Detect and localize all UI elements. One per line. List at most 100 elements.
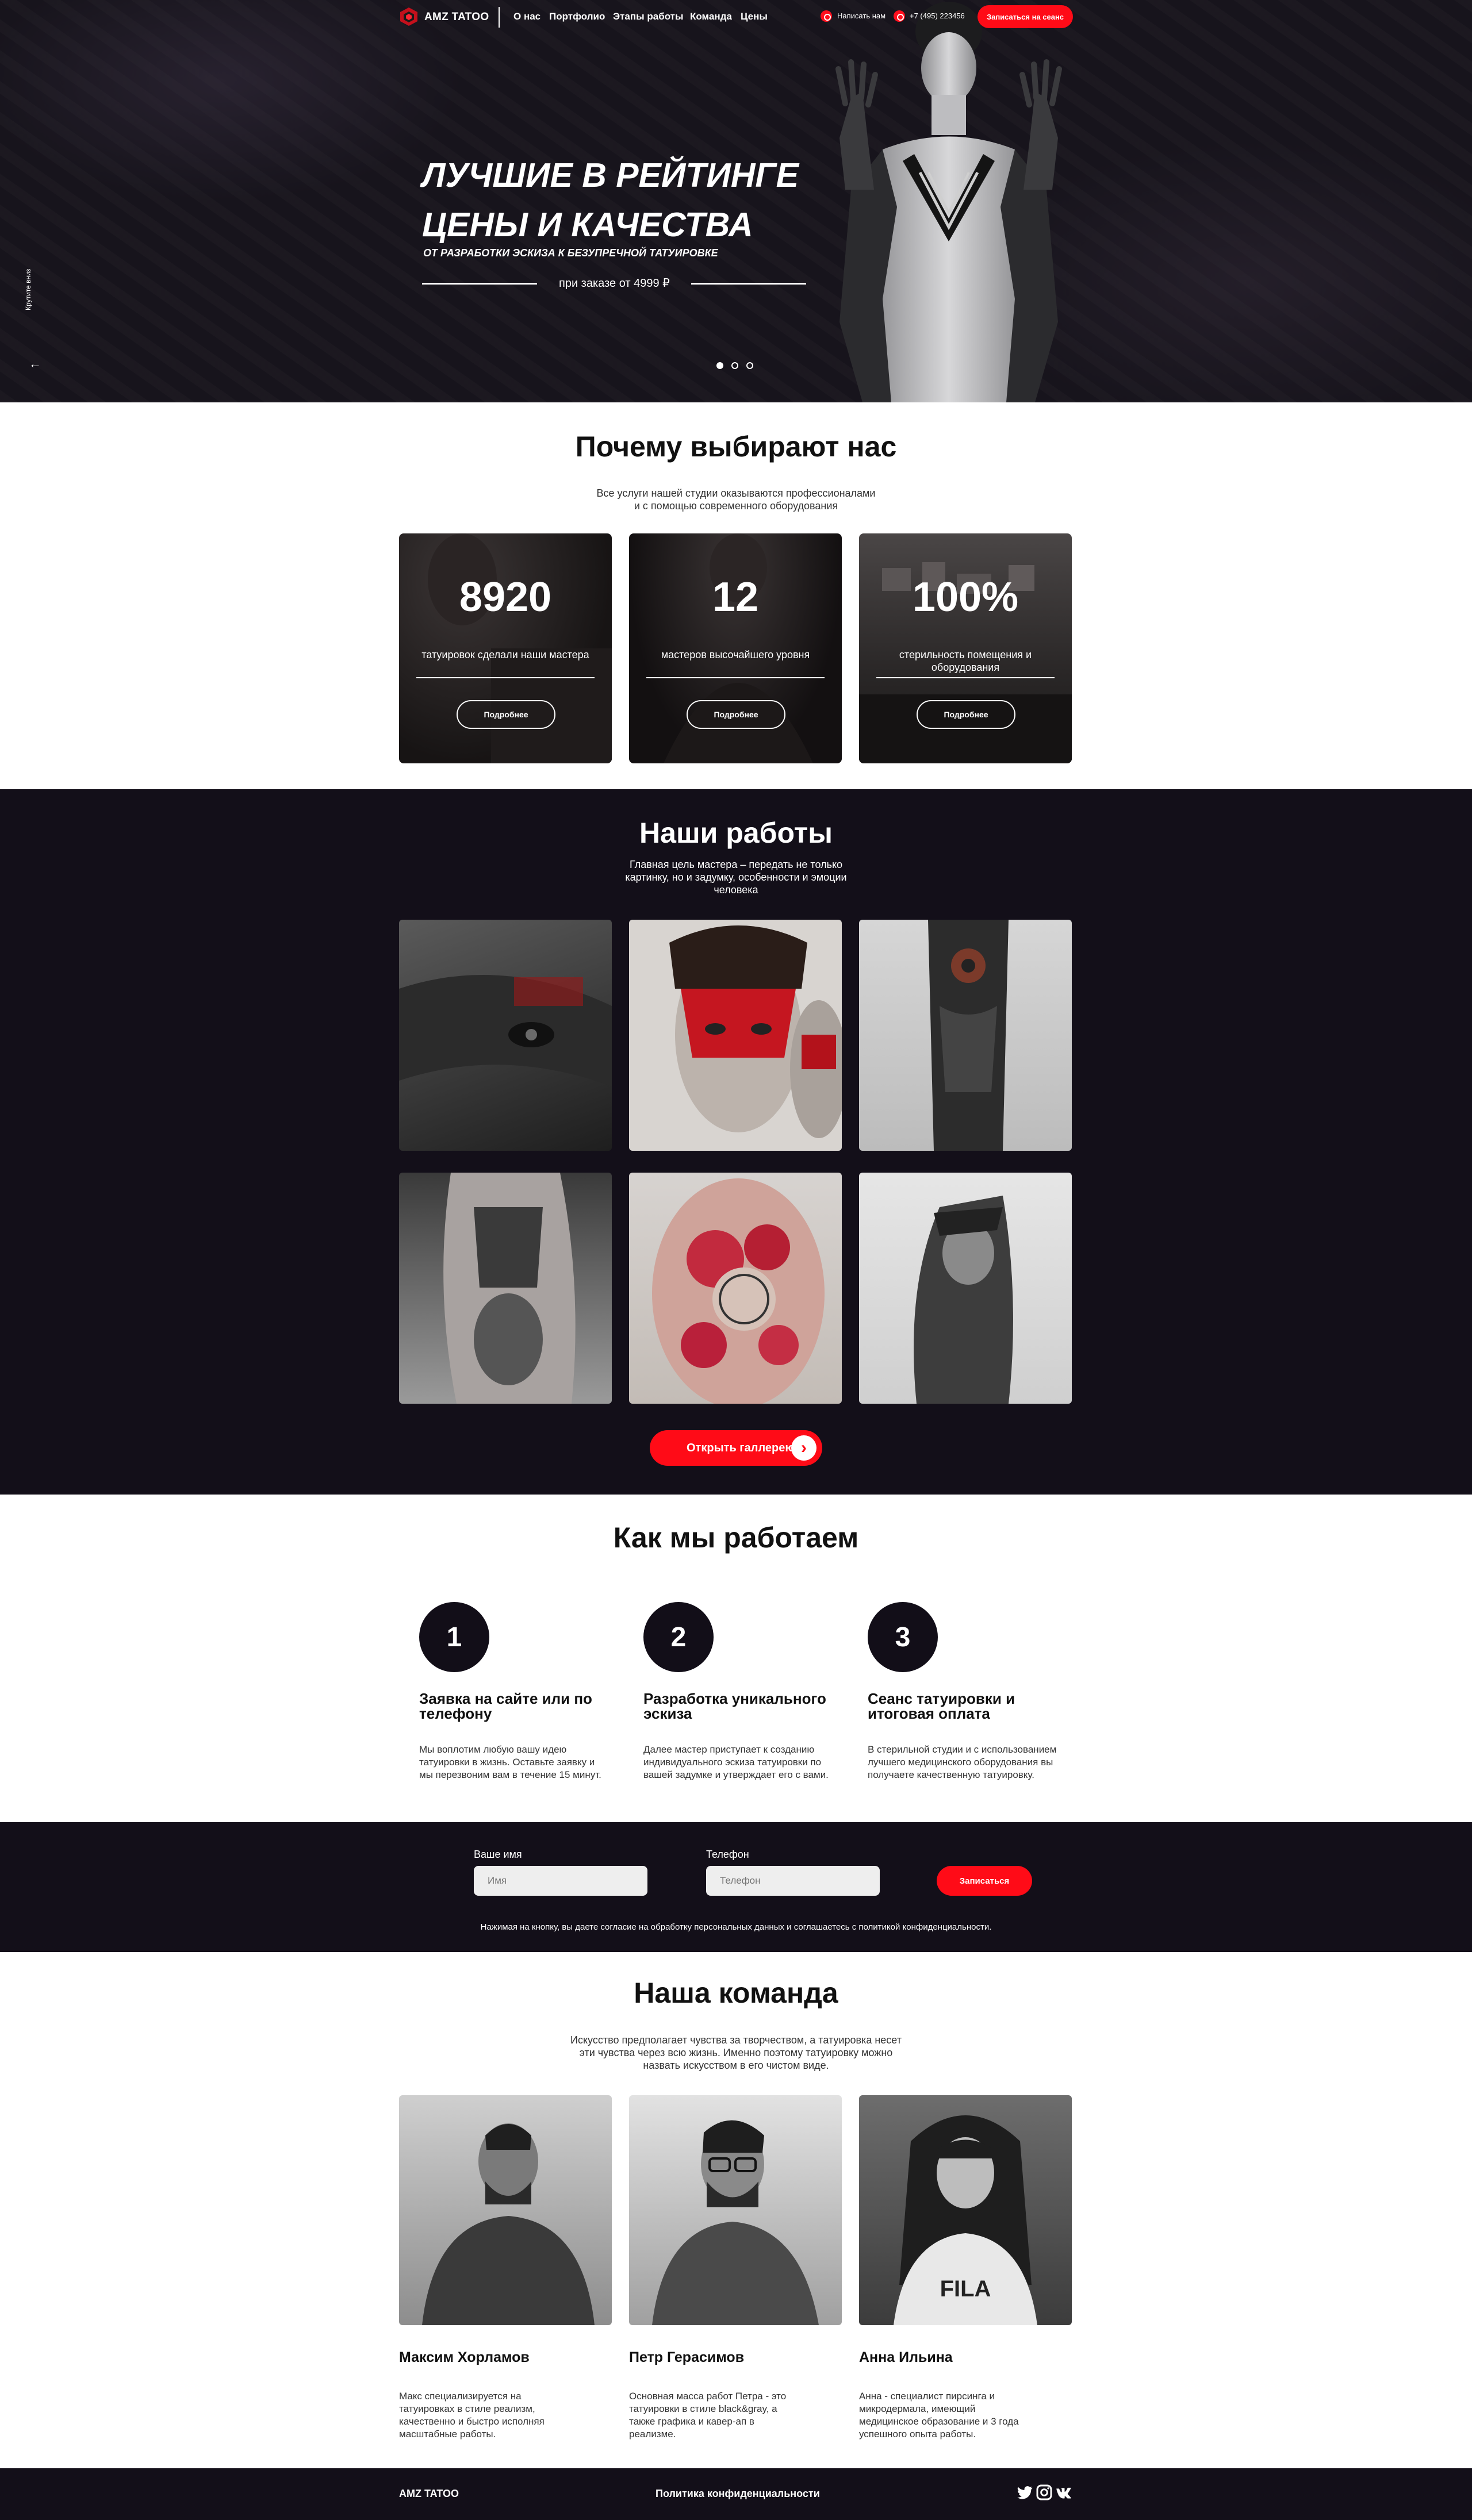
member-bio: Основная масса работ Петра - это татуиро… [629, 2391, 787, 2440]
stat-card: 12 мастеров высочайшего уровня Подробнее [629, 533, 842, 763]
divider [876, 677, 1055, 678]
details-button[interactable]: Подробнее [917, 700, 1015, 729]
name-input[interactable] [474, 1866, 647, 1896]
divider [416, 677, 595, 678]
stat-caption: стерильность помещения и оборудования [899, 649, 1032, 673]
logo-text[interactable]: AMZ TATOO [424, 11, 489, 24]
nav-link-stages[interactable]: Этапы работы [613, 11, 684, 22]
tattoo-photo [669, 925, 842, 1138]
details-button[interactable]: Подробнее [457, 700, 555, 729]
nav-divider [499, 7, 500, 28]
why-lead-1: Все услуги нашей студии оказываются проф… [596, 487, 876, 499]
stat-card: 100% стерильность помещения и оборудован… [859, 533, 1072, 763]
message-icon [821, 10, 832, 22]
hero-title-line-1: ЛУЧШИЕ В РЕЙТИНГЕ [422, 156, 799, 194]
team-lead-3: назвать искусством в его чистом виде. [643, 2060, 829, 2071]
step-title-line-2: телефону [419, 1705, 492, 1722]
step-text: Мы воплотим любую вашу идею татуировки в… [419, 1744, 601, 1780]
steps-title: Как мы работаем [613, 1522, 859, 1554]
team-title: Наша команда [634, 1977, 838, 2009]
step-title: Сеанс татуировки и итоговая оплата [868, 1691, 1057, 1721]
details-button[interactable]: Подробнее [687, 700, 785, 729]
gallery-item[interactable] [859, 1173, 1072, 1404]
gallery-item[interactable] [629, 1173, 842, 1404]
svg-text:FILA: FILA [940, 2276, 991, 2302]
nav-link-about[interactable]: О нас [513, 11, 540, 22]
instagram-icon[interactable] [1035, 2483, 1053, 2502]
gallery-item[interactable] [399, 920, 612, 1151]
member-name: Петр Герасимов [629, 2349, 745, 2365]
step-number: 2 [643, 1602, 714, 1672]
member-portrait [422, 2123, 595, 2325]
step-title: Заявка на сайте или по телефону [419, 1691, 609, 1721]
why-title: Почему выбирают нас [575, 431, 897, 463]
works-lead-3: человека [714, 884, 758, 896]
step-text: Далее мастер приступает к созданию индив… [643, 1744, 829, 1780]
hero-line-right [691, 283, 806, 285]
member-portrait: FILA [894, 2115, 1037, 2325]
footer-logo[interactable]: AMZ TATOO [399, 2488, 459, 2500]
stat-caption: мастеров высочайшего уровня [661, 649, 810, 660]
team-lead-2: эти чувства через всю жизнь. Именно поэт… [579, 2047, 893, 2058]
step-title-line-2: итоговая оплата [868, 1705, 990, 1722]
hero-subtitle: ОТ РАЗРАБОТКИ ЭСКИЗА К БЕЗУПРЕЧНОЙ ТАТУИ… [423, 247, 718, 259]
why-lead-2: и с помощью современного оборудования [634, 500, 838, 512]
tattoo-photo [443, 1173, 576, 1404]
member-name: Анна Ильина [859, 2349, 953, 2365]
tattoo-photo [399, 975, 612, 1086]
member-bio: Макс специализируется на татуировках в с… [399, 2391, 545, 2440]
team-lead-1: Искусство предполагает чувства за творче… [570, 2034, 902, 2046]
tattoo-photo [928, 920, 1009, 1151]
nav-link-team[interactable]: Команда [690, 11, 732, 22]
slider-dot-1[interactable] [716, 362, 723, 369]
member-bio: Анна - специалист пирсинга и микродермал… [859, 2391, 1019, 2440]
vk-icon[interactable] [1055, 2483, 1073, 2502]
gallery-item[interactable] [629, 920, 842, 1151]
gallery-item[interactable] [859, 920, 1072, 1151]
divider [646, 677, 825, 678]
phone-label: Телефон [706, 1849, 749, 1860]
team-photo [399, 2095, 612, 2325]
hero-section: AMZ TATOO О нас Портфолио Этапы работы К… [0, 0, 1472, 402]
tattoo-photo [914, 1196, 1013, 1404]
write-us-link[interactable]: Написать нам [837, 11, 885, 20]
works-title: Наши работы [639, 817, 833, 849]
twitter-icon[interactable] [1015, 2483, 1034, 2502]
slider-dot-2[interactable] [731, 362, 738, 369]
hero-title: ЛУЧШИЕ В РЕЙТИНГЕ ЦЕНЫ И КАЧЕСТВА [422, 151, 894, 249]
submit-button[interactable]: Записаться [937, 1866, 1032, 1896]
stat-number: 100% [912, 574, 1019, 620]
hero-line-left [422, 283, 537, 285]
stat-number: 12 [712, 574, 759, 620]
phone-input[interactable] [706, 1866, 880, 1896]
stat-card: 8920 татуировок сделали наши мастера Под… [399, 533, 612, 763]
step-number: 1 [419, 1602, 489, 1672]
book-session-button[interactable]: Записаться на сеанс [977, 5, 1073, 28]
open-gallery-button[interactable]: Открыть галлерею › [650, 1430, 822, 1466]
slider-dot-3[interactable] [746, 362, 753, 369]
nav-link-portfolio[interactable]: Портфолио [549, 11, 605, 22]
team-photo: FILA [859, 2095, 1072, 2325]
phone-link[interactable]: +7 (495) 223456 [910, 11, 965, 20]
works-lead-1: Главная цель мастера – передать не тольк… [629, 859, 843, 870]
step-title-line-2: эскиза [643, 1705, 692, 1722]
logo-icon[interactable] [399, 7, 419, 26]
open-gallery-label: Открыть галлерею [687, 1441, 795, 1454]
nav-link-prices[interactable]: Цены [741, 11, 768, 22]
member-portrait [652, 2120, 819, 2325]
hero-price: при заказе от 4999 ₽ [559, 277, 670, 290]
arrow-left-icon[interactable]: ← [29, 356, 41, 371]
scroll-down-link[interactable]: Крутите вниз [24, 269, 32, 310]
step-title: Разработка уникального эскиза [643, 1691, 833, 1721]
top-navbar: AMZ TATOO О нас Портфолио Этапы работы К… [0, 0, 1472, 34]
tattoo-photo [652, 1178, 825, 1404]
chevron-right-icon: › [791, 1435, 816, 1461]
phone-icon [894, 10, 905, 22]
gallery-item[interactable] [399, 1173, 612, 1404]
hero-title-line-2: ЦЕНЫ И КАЧЕСТВА [422, 206, 753, 244]
name-label: Ваше имя [474, 1849, 522, 1860]
step-text: В стерильной студии и с использованием л… [868, 1744, 1057, 1780]
stat-number: 8920 [459, 574, 552, 620]
consent-note: Нажимая на кнопку, вы даете согласие на … [480, 1922, 992, 1932]
privacy-policy-link[interactable]: Политика конфиденциальности [656, 2488, 820, 2500]
